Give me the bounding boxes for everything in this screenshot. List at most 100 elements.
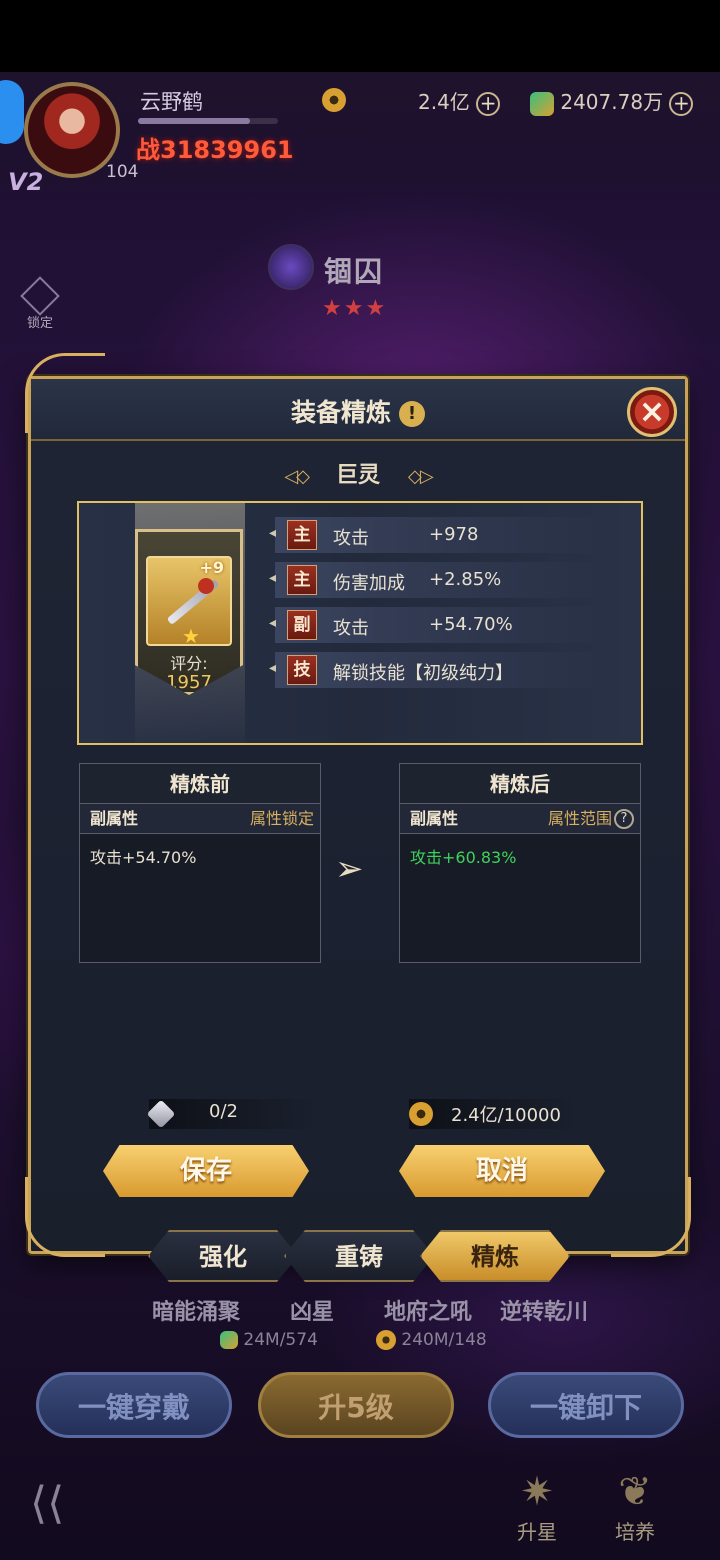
attribute-row: ◂ 技 解锁技能【初级纯力】 bbox=[269, 652, 605, 688]
attr-range-button[interactable]: 属性范围? bbox=[548, 804, 634, 834]
after-refine-panel: 精炼后 副属性 属性范围? 攻击+60.83% bbox=[399, 763, 641, 963]
back-arrow-icon[interactable]: ⟨⟨ bbox=[30, 1478, 64, 1529]
vip-badge: V2 bbox=[8, 168, 44, 196]
equipment-tabs: 强化 重铸 精炼 bbox=[148, 1230, 572, 1282]
upgrade-cost: 240M/148 bbox=[376, 1330, 487, 1350]
skill-name[interactable]: 暗能涌聚 bbox=[152, 1294, 240, 1326]
star-up-label: 升星 bbox=[517, 1520, 557, 1544]
prev-equipment-button[interactable]: ◁◇ bbox=[284, 466, 310, 487]
lock-label: 锁定 bbox=[26, 316, 53, 331]
attribute-tag: 副 bbox=[287, 610, 317, 640]
skill-name[interactable]: 逆转乾川 bbox=[500, 1294, 588, 1326]
attribute-row: ◂ 主 伤害加成 +2.85% bbox=[269, 562, 605, 598]
attribute-name: 攻击 bbox=[333, 528, 369, 549]
coin-icon bbox=[409, 1102, 433, 1126]
stone-cost-text: 0/2 bbox=[209, 1101, 238, 1122]
hero-stars: ★★★ bbox=[322, 296, 388, 321]
cost-text: 240M/148 bbox=[401, 1330, 487, 1350]
save-button[interactable]: 保存 bbox=[103, 1145, 309, 1197]
dialog-title: 装备精炼! bbox=[31, 393, 685, 429]
attribute-name: 解锁技能【初级纯力】 bbox=[333, 663, 513, 684]
arrow-right-icon: ➢ bbox=[335, 849, 364, 889]
tab-enhance[interactable]: 强化 bbox=[148, 1230, 298, 1282]
pointer-icon: ◂ bbox=[269, 615, 277, 631]
exp-fill bbox=[138, 118, 250, 124]
attribute-tag: 主 bbox=[287, 520, 317, 550]
pointer-icon: ◂ bbox=[269, 525, 277, 541]
star-up-nav[interactable]: ✷ 升星 bbox=[502, 1468, 572, 1545]
train-icon: ❦ bbox=[618, 1469, 652, 1515]
equipment-name: 巨灵 bbox=[335, 463, 380, 488]
lock-button[interactable]: 锁定 bbox=[16, 276, 64, 331]
enhance-level: +9 bbox=[199, 558, 224, 577]
before-title: 精炼前 bbox=[80, 764, 320, 804]
sword-gem bbox=[198, 578, 214, 594]
attr-lock-button[interactable]: 属性锁定 bbox=[250, 804, 314, 834]
attribute-name: 攻击 bbox=[333, 618, 369, 639]
player-name: 云野鹤 bbox=[140, 90, 203, 114]
attribute-value: +978 bbox=[429, 524, 479, 545]
attribute-tag: 技 bbox=[287, 655, 317, 685]
before-value: 攻击+54.70% bbox=[90, 848, 197, 867]
close-button[interactable]: × bbox=[627, 387, 677, 437]
corner-ornament bbox=[611, 1177, 691, 1257]
after-subheader: 副属性 属性范围? bbox=[400, 804, 640, 834]
lock-icon bbox=[20, 276, 60, 316]
pointer-icon: ◂ bbox=[269, 570, 277, 586]
train-nav[interactable]: ❦ 培养 bbox=[600, 1468, 670, 1545]
hero-name: 锢囚 bbox=[324, 255, 385, 288]
dialog-title-text: 装备精炼 bbox=[290, 398, 391, 427]
gem-value: 2407.78万 bbox=[560, 90, 664, 114]
exp-bar bbox=[138, 118, 278, 124]
tab-refine[interactable]: 精炼 bbox=[420, 1230, 570, 1282]
score-label: 评分: bbox=[170, 654, 208, 673]
close-icon: × bbox=[638, 392, 666, 430]
sword-icon: +9 ★ bbox=[146, 556, 232, 648]
gold-value: 2.4亿 bbox=[418, 90, 470, 114]
coin-icon bbox=[322, 87, 346, 112]
attribute-value: +54.70% bbox=[429, 614, 513, 635]
train-label: 培养 bbox=[615, 1520, 655, 1544]
sub-attr-label: 副属性 bbox=[90, 809, 139, 828]
power-prefix: 战 bbox=[136, 136, 160, 164]
gem-resource: 2407.78万 + bbox=[530, 86, 694, 116]
sub-attr-label: 副属性 bbox=[410, 809, 459, 828]
pointer-icon: ◂ bbox=[269, 660, 277, 676]
unequip-all-button[interactable]: 一键卸下 bbox=[488, 1372, 684, 1438]
before-subheader: 副属性 属性锁定 bbox=[80, 804, 320, 834]
power-display: 战31839961 bbox=[136, 130, 294, 165]
status-bar bbox=[0, 0, 720, 72]
attribute-tag: 主 bbox=[287, 565, 317, 595]
coin-icon bbox=[376, 1330, 396, 1350]
gold-cost-text: 2.4亿/10000 bbox=[451, 1105, 561, 1126]
player-level: 104 bbox=[106, 162, 139, 182]
skill-name[interactable]: 凶星 bbox=[290, 1294, 334, 1326]
attribute-name: 伤害加成 bbox=[333, 573, 405, 594]
hero-faction-icon bbox=[268, 244, 314, 290]
gem-icon bbox=[220, 1331, 238, 1349]
skill-name[interactable]: 地府之吼 bbox=[384, 1294, 472, 1326]
floating-assist-button[interactable] bbox=[0, 80, 24, 144]
equipment-card[interactable]: +9 ★ 评分: 1957 bbox=[135, 529, 243, 695]
help-icon[interactable]: ? bbox=[614, 809, 634, 829]
add-gold-icon[interactable]: + bbox=[476, 91, 501, 116]
equip-all-button[interactable]: 一键穿戴 bbox=[36, 1372, 232, 1438]
equipment-switcher: ◁◇ 巨灵 ◇▷ bbox=[31, 457, 685, 489]
next-equipment-button[interactable]: ◇▷ bbox=[408, 466, 434, 487]
after-title: 精炼后 bbox=[400, 764, 640, 804]
tab-reforge[interactable]: 重铸 bbox=[284, 1230, 434, 1282]
gold-resource bbox=[322, 86, 346, 112]
attribute-row: ◂ 副 攻击 +54.70% bbox=[269, 607, 605, 643]
attr-range-label: 属性范围 bbox=[547, 809, 612, 828]
upgrade-button[interactable]: 升5级 bbox=[258, 1372, 454, 1438]
corner-ornament bbox=[25, 1177, 105, 1257]
add-gem-icon[interactable]: + bbox=[669, 91, 694, 116]
star-icon: ★ bbox=[182, 624, 200, 648]
after-value: 攻击+60.83% bbox=[410, 848, 517, 867]
info-icon[interactable]: ! bbox=[399, 401, 425, 427]
attribute-row: ◂ 主 攻击 +978 bbox=[269, 517, 605, 553]
cancel-button[interactable]: 取消 bbox=[399, 1145, 605, 1197]
cost-text: 24M/574 bbox=[243, 1330, 318, 1350]
before-refine-panel: 精炼前 副属性 属性锁定 攻击+54.70% bbox=[79, 763, 321, 963]
refine-dialog: 装备精炼! × ◁◇ 巨灵 ◇▷ +9 ★ 评分: 1957 ◂ 主 攻击 +978… bbox=[25, 353, 691, 1257]
